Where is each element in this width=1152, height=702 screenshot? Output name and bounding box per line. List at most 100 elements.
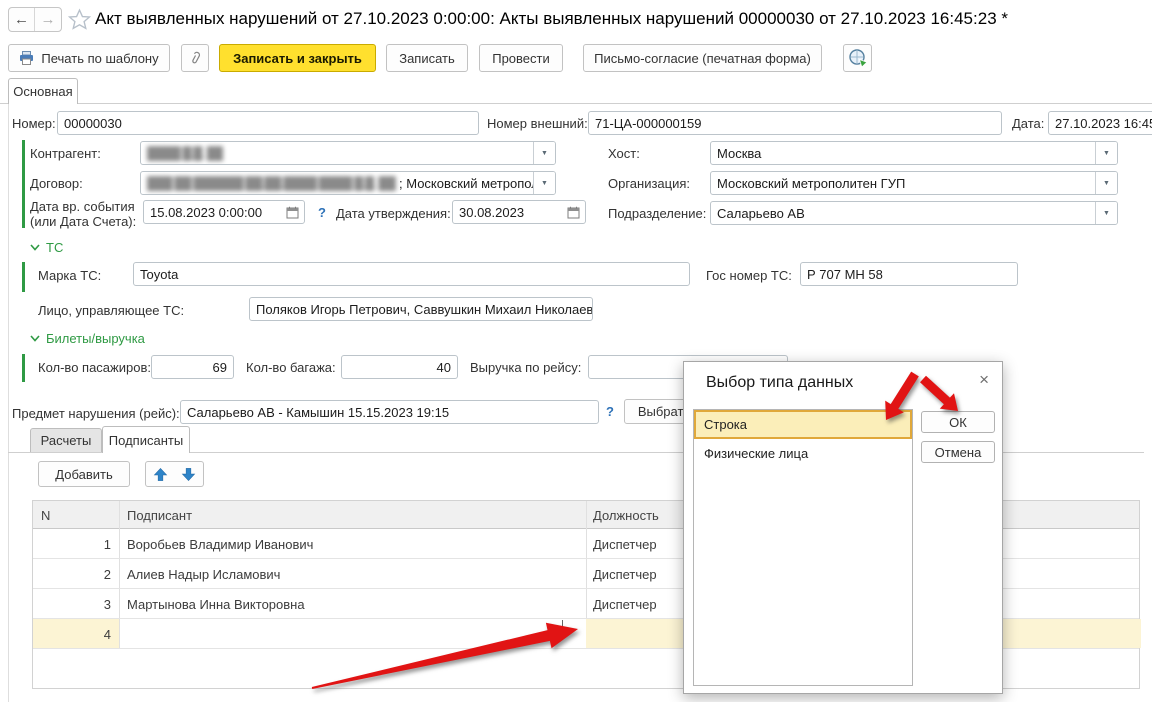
- baggage-input[interactable]: 40: [341, 355, 458, 379]
- tab-signers-label: Подписанты: [109, 433, 183, 448]
- history-nav: ← →: [8, 7, 62, 32]
- contract-dropdown-button[interactable]: ▼: [533, 172, 555, 194]
- organization-label: Организация:: [608, 176, 690, 191]
- add-row-button[interactable]: Добавить: [38, 461, 130, 487]
- arrow-up-icon: [153, 467, 168, 482]
- save-button[interactable]: Записать: [386, 44, 468, 72]
- row-number-cell[interactable]: 1: [33, 537, 111, 552]
- number-input[interactable]: 00000030: [57, 111, 479, 135]
- tab-signers[interactable]: Подписанты: [102, 426, 190, 453]
- tickets-section-header[interactable]: Билеты/выручка: [30, 331, 145, 346]
- contract-combo[interactable]: ███ ██ ██████ ██.██.████ ████ █.█. ██ ; …: [140, 171, 556, 195]
- chevron-down-icon: ▼: [1103, 210, 1110, 217]
- ok-button[interactable]: ОК: [921, 411, 995, 433]
- add-row-label: Добавить: [55, 467, 112, 482]
- host-combo[interactable]: Москва ▼: [710, 141, 1118, 165]
- passengers-input[interactable]: 69: [151, 355, 234, 379]
- consent-letter-label: Письмо-согласие (печатная форма): [594, 51, 811, 66]
- dialog-close-button[interactable]: ×: [979, 370, 989, 390]
- form-left-border: [8, 104, 9, 702]
- approval-date-value: 30.08.2023: [459, 205, 524, 220]
- post-label: Провести: [492, 51, 550, 66]
- save-label: Записать: [399, 51, 455, 66]
- counterparty-dropdown-button[interactable]: ▼: [533, 142, 555, 164]
- event-date-input[interactable]: 15.08.2023 0:00:00: [143, 200, 305, 224]
- violation-subject-help-link[interactable]: ?: [606, 404, 614, 419]
- attachments-button[interactable]: [181, 44, 209, 72]
- chevron-down-icon: ▼: [1103, 180, 1110, 187]
- organization-dropdown-button[interactable]: ▼: [1095, 172, 1117, 194]
- event-date-value: 15.08.2023 0:00:00: [150, 205, 262, 220]
- approval-date-calendar-button[interactable]: [563, 203, 583, 221]
- violation-subject-input[interactable]: Саларьево АВ - Камышин 15.15.2023 19:15: [180, 400, 599, 424]
- brand-label: Марка ТС:: [38, 268, 101, 283]
- driver-input[interactable]: Поляков Игорь Петрович, Саввушкин Михаил…: [249, 297, 593, 321]
- calendar-icon: [286, 206, 299, 219]
- required-group-marker: [22, 140, 25, 228]
- print-template-button[interactable]: Печать по шаблону: [8, 44, 170, 72]
- plate-input[interactable]: Р 707 МН 58: [800, 262, 1018, 286]
- globe-arrow-icon: [848, 48, 868, 68]
- tab-main[interactable]: Основная: [8, 78, 78, 104]
- column-header-position[interactable]: Должность: [593, 508, 659, 523]
- revenue-label: Выручка по рейсу:: [470, 360, 581, 375]
- brand-input[interactable]: Toyota: [133, 262, 690, 286]
- printer-icon: [19, 51, 34, 65]
- close-icon: ×: [979, 370, 989, 389]
- column-header-n[interactable]: N: [41, 508, 50, 523]
- driver-label: Лицо, управляющее ТС:: [38, 303, 184, 318]
- event-date-calendar-button[interactable]: [282, 203, 302, 221]
- external-number-input[interactable]: 71-ЦА-000000159: [588, 111, 1002, 135]
- arrow-down-icon: [181, 467, 196, 482]
- division-label: Подразделение:: [608, 206, 706, 221]
- row-number-cell[interactable]: 4: [33, 627, 111, 642]
- approval-date-input[interactable]: 30.08.2023: [452, 200, 586, 224]
- position-cell[interactable]: Диспетчер: [593, 567, 657, 582]
- division-combo[interactable]: Саларьево АВ ▼: [710, 201, 1118, 225]
- window-title: Акт выявленных нарушений от 27.10.2023 0…: [95, 9, 1008, 29]
- post-button[interactable]: Провести: [479, 44, 563, 72]
- external-number-label: Номер внешний:: [487, 116, 588, 131]
- position-cell[interactable]: Диспетчер: [593, 537, 657, 552]
- collapse-chevron-icon: [30, 335, 40, 342]
- baggage-label: Кол-во багажа:: [246, 360, 336, 375]
- date-input[interactable]: 27.10.2023 16:45:23: [1048, 111, 1152, 135]
- passengers-label: Кол-во пасажиров:: [38, 360, 151, 375]
- organization-combo[interactable]: Московский метрополитен ГУП ▼: [710, 171, 1118, 195]
- move-up-button[interactable]: [145, 461, 175, 487]
- row-number-cell[interactable]: 2: [33, 567, 111, 582]
- forward-button[interactable]: →: [35, 8, 61, 31]
- move-down-button[interactable]: [174, 461, 204, 487]
- dialog-title: Выбор типа данных: [706, 374, 853, 392]
- save-and-close-button[interactable]: Записать и закрыть: [219, 44, 376, 72]
- tab-main-label: Основная: [13, 84, 72, 99]
- edit-cursor: [562, 620, 563, 640]
- save-and-close-label: Записать и закрыть: [233, 51, 362, 66]
- tab-calculations[interactable]: Расчеты: [30, 428, 102, 453]
- list-item-string[interactable]: Строка: [694, 410, 912, 439]
- back-button[interactable]: ←: [9, 8, 35, 31]
- host-dropdown-button[interactable]: ▼: [1095, 142, 1117, 164]
- position-cell[interactable]: Диспетчер: [593, 597, 657, 612]
- approval-date-label: Дата утверждения:: [336, 206, 451, 221]
- host-label: Хост:: [608, 146, 640, 161]
- cancel-button[interactable]: Отмена: [921, 441, 995, 463]
- counterparty-combo[interactable]: ████ █.█. ██ ▼: [140, 141, 556, 165]
- signer-cell[interactable]: Воробьев Владимир Иванович: [127, 537, 313, 552]
- event-date-help-link[interactable]: ?: [318, 205, 326, 220]
- violation-subject-label: Предмет нарушения (рейс):: [12, 406, 180, 421]
- host-value: Москва: [717, 146, 761, 161]
- column-header-signer[interactable]: Подписант: [127, 508, 192, 523]
- chevron-down-icon: ▼: [1103, 150, 1110, 157]
- division-dropdown-button[interactable]: ▼: [1095, 202, 1117, 224]
- signer-cell[interactable]: Мартынова Инна Викторовна: [127, 597, 305, 612]
- consent-letter-button[interactable]: Письмо-согласие (печатная форма): [583, 44, 822, 72]
- back-icon: ←: [14, 11, 29, 28]
- event-date-label-line2: (или Дата Счета):: [30, 214, 136, 229]
- row-number-cell[interactable]: 3: [33, 597, 111, 612]
- signer-cell[interactable]: Алиев Надыр Исламович: [127, 567, 280, 582]
- discussions-button[interactable]: [843, 44, 872, 72]
- vehicle-section-header[interactable]: ТС: [30, 240, 63, 255]
- list-item-individuals[interactable]: Физические лица: [694, 439, 912, 468]
- favorite-star-icon[interactable]: [68, 8, 91, 31]
